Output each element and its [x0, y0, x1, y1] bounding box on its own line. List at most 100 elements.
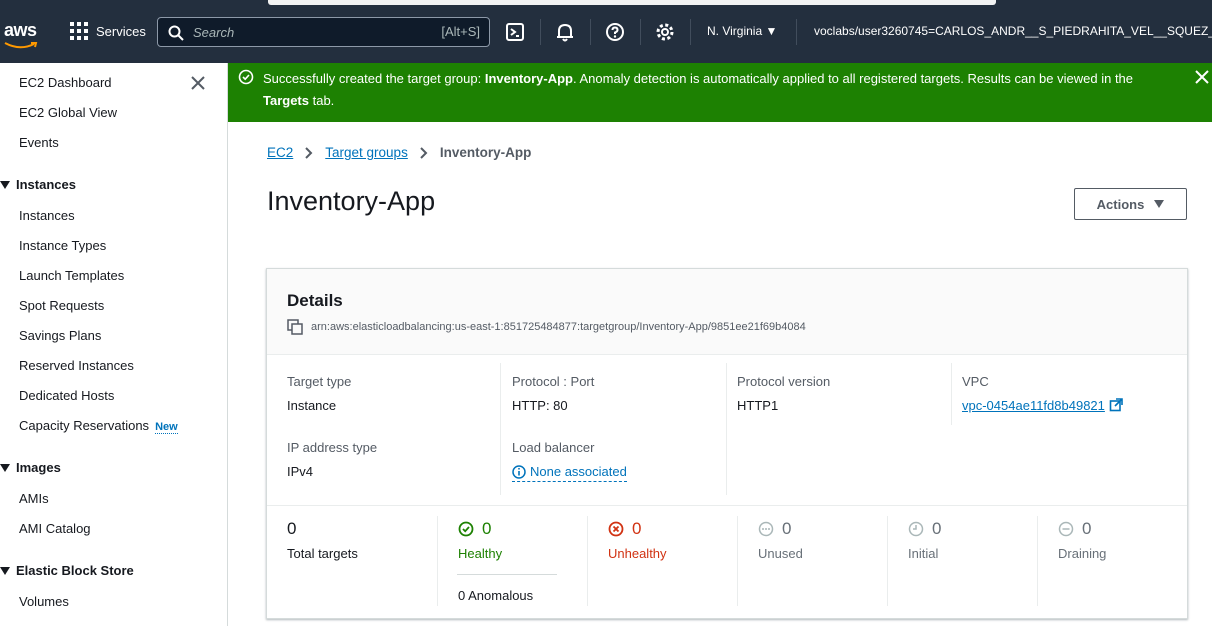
field-label: Protocol : Port	[512, 374, 595, 389]
field-label: Target type	[287, 374, 352, 389]
scroll-indicator	[268, 0, 996, 5]
protocol-port-field: Protocol : Port HTTP: 80	[512, 374, 594, 413]
stat-value: 0	[782, 519, 792, 538]
arn-row: arn:aws:elasticloadbalancing:us-east-1:8…	[287, 319, 806, 335]
settings-gear-icon[interactable]	[654, 21, 676, 43]
top-navigation: aws Services Search [Alt+S] N. Virginia …	[0, 0, 1212, 63]
sidebar-section-images[interactable]: Images	[0, 460, 61, 475]
aws-logo-text: aws	[4, 20, 37, 40]
breadcrumb-current: Inventory-App	[439, 145, 532, 160]
caret-down-icon	[0, 463, 10, 472]
grid-icon	[70, 22, 88, 40]
initial-stat: 0 Initial	[908, 519, 941, 561]
section-label: Instances	[16, 177, 76, 192]
draining-stat: 0 Draining	[1058, 519, 1106, 561]
column-divider	[737, 516, 738, 606]
section-label: Elastic Block Store	[16, 563, 134, 578]
actions-button[interactable]: Actions	[1074, 188, 1187, 220]
unused-stat: 0 Unused	[758, 519, 803, 561]
stat-value: 0	[932, 519, 942, 538]
details-container: Details arn:aws:elasticloadbalancing:us-…	[266, 268, 1188, 619]
nav-divider	[640, 19, 641, 45]
stat-label: Healthy	[458, 546, 503, 561]
sidebar-item-dedicated-hosts[interactable]: Dedicated Hosts	[19, 388, 114, 403]
sidebar-item-launch-templates[interactable]: Launch Templates	[19, 268, 124, 283]
vpc-link[interactable]: vpc-0454ae11fd8b49821	[962, 398, 1105, 413]
sidebar-item-ami-catalog[interactable]: AMI Catalog	[19, 521, 91, 536]
copy-icon[interactable]	[287, 319, 303, 335]
notifications-bell-icon[interactable]	[554, 21, 576, 43]
breadcrumb-ec2[interactable]: EC2	[267, 145, 293, 160]
flash-target-group-name: Inventory-App	[484, 71, 573, 86]
field-label: VPC	[962, 374, 989, 389]
sidebar-item-instances[interactable]: Instances	[19, 208, 75, 223]
close-icon[interactable]	[1194, 69, 1210, 85]
account-menu[interactable]: voclabs/user3260745=CARLOS_ANDR__S_PIEDR…	[814, 24, 1212, 38]
cloudshell-icon[interactable]	[504, 21, 526, 43]
region-selector[interactable]: N. Virginia ▼	[707, 24, 777, 38]
actions-label: Actions	[1096, 196, 1145, 212]
field-value: HTTP1	[737, 398, 779, 413]
unhealthy-stat: 0 Unhealthy	[608, 519, 667, 561]
sidebar-item-instance-types[interactable]: Instance Types	[19, 238, 106, 253]
total-targets-stat: 0 Total targets	[287, 519, 358, 561]
section-label: Images	[16, 460, 61, 475]
new-badge: New	[155, 421, 178, 434]
stat-label: Initial	[908, 546, 939, 561]
aws-logo[interactable]: aws	[4, 20, 38, 49]
close-icon[interactable]	[190, 75, 206, 91]
sidebar-item-reserved-instances[interactable]: Reserved Instances	[19, 358, 134, 373]
details-header: Details arn:aws:elasticloadbalancing:us-…	[267, 269, 1187, 355]
external-link-icon[interactable]	[1109, 398, 1123, 412]
flash-targets-tab: Targets	[263, 93, 309, 108]
arn-value: arn:aws:elasticloadbalancing:us-east-1:8…	[311, 321, 806, 333]
anomalous-divider	[457, 574, 557, 575]
sidebar-section-ebs[interactable]: Elastic Block Store	[0, 563, 134, 578]
help-icon[interactable]	[604, 21, 626, 43]
search-shortcut: [Alt+S]	[441, 24, 480, 39]
sidebar-item-volumes[interactable]: Volumes	[19, 594, 69, 609]
caret-down-icon	[0, 180, 10, 189]
field-label: Load balancer	[512, 440, 595, 455]
section-divider	[267, 505, 1187, 506]
search-icon	[168, 25, 184, 41]
column-divider	[437, 516, 438, 606]
flash-text: Successfully created the target group:	[263, 71, 485, 86]
nav-divider	[540, 19, 541, 45]
sidebar-item-spot-requests[interactable]: Spot Requests	[19, 298, 104, 313]
column-divider	[726, 363, 727, 495]
stat-label: Unused	[758, 546, 803, 561]
success-check-icon	[238, 69, 254, 85]
details-heading: Details	[287, 291, 343, 310]
column-divider	[587, 516, 588, 606]
breadcrumb-target-groups[interactable]: Target groups	[325, 145, 408, 160]
stat-value: 0	[287, 519, 297, 538]
sidebar-item-amis[interactable]: AMIs	[19, 491, 49, 506]
sidebar-item-label: Capacity Reservations	[19, 418, 150, 433]
search-input[interactable]: Search [Alt+S]	[157, 17, 490, 47]
field-label: Protocol version	[737, 374, 831, 389]
field-value: vpc-0454ae11fd8b49821	[962, 398, 1123, 413]
caret-down-icon	[0, 566, 10, 575]
info-icon	[512, 464, 526, 479]
flash-text: tab.	[309, 93, 335, 108]
sidebar-item-ec2-dashboard[interactable]: EC2 Dashboard	[19, 75, 112, 90]
sidebar-item-ec2-global-view[interactable]: EC2 Global View	[19, 105, 117, 120]
sidebar-item-capacity-reservations[interactable]: Capacity Reservations New	[19, 418, 178, 434]
draining-minus-icon	[1058, 521, 1074, 537]
stat-label: Total targets	[287, 546, 358, 561]
stat-value: 0	[1082, 519, 1092, 538]
services-menu[interactable]: Services	[70, 22, 146, 40]
flash-text: . Anomaly detection is automatically app…	[572, 71, 1134, 86]
chevron-right-icon	[305, 146, 313, 159]
sidebar-item-savings-plans[interactable]: Savings Plans	[19, 328, 101, 343]
stat-value: 0	[632, 519, 642, 538]
flash-message: Successfully created the target group: I…	[263, 68, 1168, 112]
field-value: None associated	[512, 464, 627, 482]
load-balancer-popover[interactable]: None associated	[512, 464, 627, 482]
success-flash-banner: Successfully created the target group: I…	[228, 63, 1212, 122]
unhealthy-x-icon	[608, 521, 624, 537]
sidebar-section-instances[interactable]: Instances	[0, 177, 76, 192]
field-value: IPv4	[287, 464, 314, 479]
sidebar-item-events[interactable]: Events	[19, 135, 59, 150]
